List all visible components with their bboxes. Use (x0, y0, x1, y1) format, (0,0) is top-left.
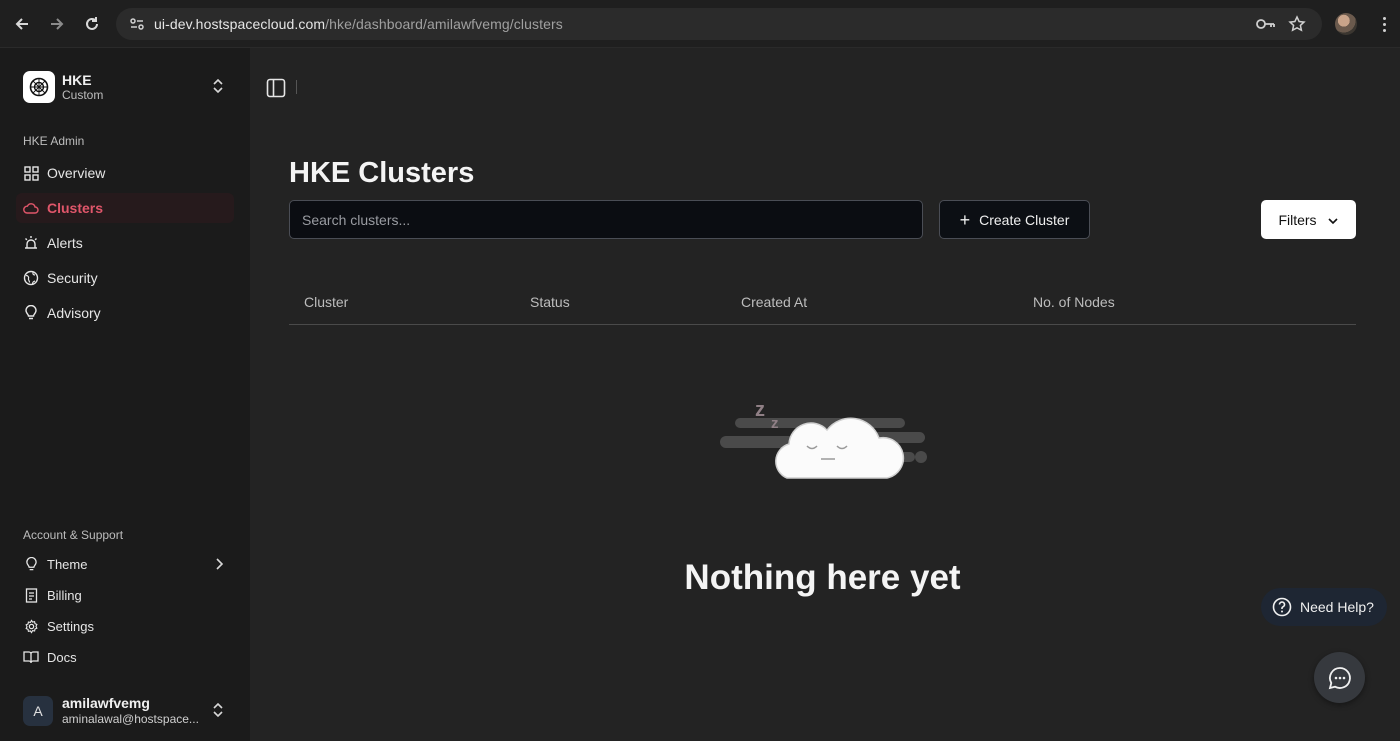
svg-text:z: z (755, 399, 765, 421)
cloud-icon (23, 200, 39, 216)
book-icon (23, 649, 39, 665)
sidebar-item-label: Settings (47, 618, 94, 634)
empty-state-message: Nothing here yet (684, 558, 961, 597)
svg-text:z: z (771, 415, 779, 432)
sidebar-item-overview[interactable]: Overview (16, 158, 234, 188)
lightbulb-icon (23, 556, 39, 572)
avatar: A (23, 696, 53, 726)
user-name: amilawfvemg (62, 695, 150, 711)
site-info-icon[interactable] (126, 13, 148, 35)
table-header: Cluster Status Created At No. of Nodes (289, 288, 1356, 325)
grid-icon (23, 165, 39, 181)
browser-menu-icon[interactable] (1374, 12, 1394, 36)
chat-bubble-button[interactable] (1314, 652, 1365, 703)
profile-avatar[interactable] (1335, 13, 1357, 35)
sidebar-item-label: Theme (47, 556, 88, 572)
header-divider (296, 80, 297, 94)
column-header-created-at[interactable]: Created At (741, 294, 807, 310)
url-text: ui-dev.hostspacecloud.com/hke/dashboard/… (154, 16, 563, 32)
globe-icon (23, 270, 39, 286)
reload-icon[interactable] (80, 12, 104, 36)
sidebar-item-advisory[interactable]: Advisory (16, 298, 234, 328)
sidebar-item-billing[interactable]: Billing (16, 582, 234, 608)
org-plan: Custom (62, 87, 104, 102)
column-header-cluster[interactable]: Cluster (304, 294, 348, 310)
sidebar-item-docs[interactable]: Docs (16, 644, 234, 670)
column-header-status[interactable]: Status (530, 294, 570, 310)
chevron-right-icon (214, 557, 224, 574)
browser-toolbar: ui-dev.hostspacecloud.com/hke/dashboard/… (0, 0, 1400, 48)
siren-icon (23, 235, 39, 251)
org-name: HKE (62, 71, 92, 88)
chevron-down-icon (1327, 212, 1339, 228)
sidebar-item-label: Overview (47, 165, 106, 181)
sidebar-item-label: Billing (47, 587, 82, 603)
section-label-account: Account & Support (23, 528, 124, 542)
sidebar-item-label: Security (47, 270, 98, 286)
create-cluster-button[interactable]: + Create Cluster (939, 200, 1090, 239)
chevrons-up-down-icon[interactable] (211, 702, 225, 723)
lightbulb-icon (23, 305, 39, 321)
section-label-admin: HKE Admin (23, 134, 85, 148)
chevrons-up-down-icon[interactable] (211, 78, 225, 99)
filters-button[interactable]: Filters (1261, 200, 1356, 239)
need-help-label: Need Help? (1300, 599, 1374, 615)
chat-icon (1328, 666, 1351, 689)
sidebar-item-theme[interactable]: Theme (16, 551, 234, 577)
question-circle-icon (1272, 597, 1292, 617)
plus-icon: + (959, 209, 971, 230)
sidebar-toggle-icon[interactable] (264, 76, 288, 100)
sidebar-item-settings[interactable]: Settings (16, 613, 234, 639)
sidebar-item-label: Clusters (47, 200, 104, 216)
page-title: HKE Clusters (289, 157, 475, 189)
user-menu[interactable]: A amilawfvemg aminalawal@hostspace... (23, 694, 233, 728)
user-email: aminalawal@hostspace... (62, 712, 199, 726)
bookmark-star-icon[interactable] (1288, 8, 1306, 40)
sleeping-cloud-illustration: z z (715, 388, 930, 488)
sidebar-item-label: Docs (47, 649, 77, 665)
create-cluster-label: Create Cluster (979, 211, 1070, 228)
search-input[interactable] (289, 200, 923, 239)
column-header-nodes[interactable]: No. of Nodes (1033, 294, 1115, 310)
forward-icon[interactable] (45, 12, 69, 36)
address-bar[interactable]: ui-dev.hostspacecloud.com/hke/dashboard/… (116, 8, 1322, 40)
sidebar-item-label: Advisory (47, 305, 101, 321)
back-icon[interactable] (10, 12, 34, 36)
hke-logo (23, 71, 55, 103)
sidebar-item-alerts[interactable]: Alerts (16, 228, 234, 258)
gear-icon (23, 618, 39, 634)
password-key-icon[interactable] (1256, 8, 1276, 40)
org-switcher[interactable]: HKE Custom (23, 70, 233, 104)
sidebar-item-security[interactable]: Security (16, 263, 234, 293)
main-content: HKE Clusters + Create Cluster Filters Cl… (250, 48, 1400, 741)
sidebar-item-clusters[interactable]: Clusters (16, 193, 234, 223)
sidebar: HKE Custom HKE Admin Overview Clusters A… (0, 48, 250, 741)
filters-label: Filters (1278, 211, 1317, 228)
sidebar-item-label: Alerts (47, 235, 83, 251)
need-help-button[interactable]: Need Help? (1261, 588, 1387, 626)
receipt-icon (23, 587, 39, 603)
